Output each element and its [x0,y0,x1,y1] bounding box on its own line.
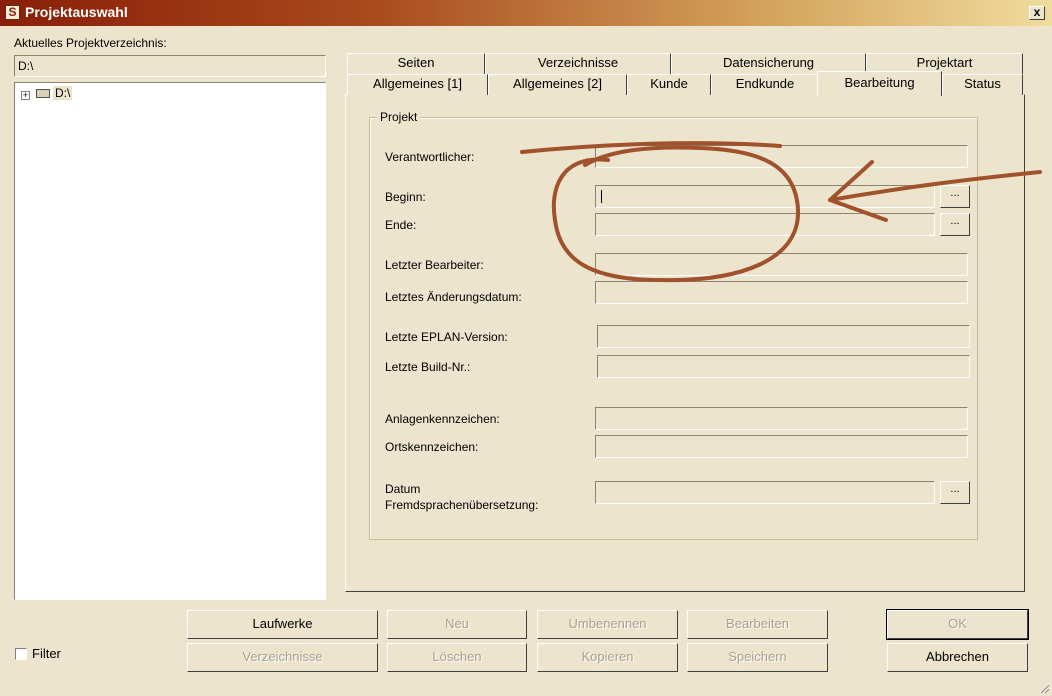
eplan-version-label: Letzte EPLAN-Version: [385,330,508,344]
neu-button[interactable]: Neu [387,610,527,639]
aenderungsdatum-label: Letztes Änderungsdatum: [385,290,522,304]
beginn-browse-button[interactable]: ... [940,185,970,208]
verzeichnisse-button[interactable]: Verzeichnisse [187,643,378,672]
filter-checkbox[interactable] [15,648,27,660]
resize-grip-icon[interactable] [1038,682,1050,694]
app-icon: S [5,5,20,20]
datum-uebersetzung-field[interactable] [595,481,935,504]
tab-verzeichnisse[interactable]: Verzeichnisse [485,53,671,74]
project-dir-value: D:\ [18,59,34,73]
tab-allgemeines-1[interactable]: Allgemeines [1] [347,74,488,95]
aenderungsdatum-field[interactable] [595,281,968,304]
ortskennzeichen-field[interactable] [595,435,968,458]
anlagenkennzeichen-label: Anlagenkennzeichen: [385,412,500,426]
laufwerke-button[interactable]: Laufwerke [187,610,378,639]
build-nr-field[interactable] [597,355,970,378]
ende-field[interactable] [595,213,935,236]
tab-allgemeines-2[interactable]: Allgemeines [2] [488,74,627,95]
directory-tree[interactable]: + D:\ [14,82,326,600]
anlagenkennzeichen-field[interactable] [595,407,968,430]
beginn-label: Beginn: [385,190,426,204]
tab-bearbeitung[interactable]: Bearbeitung [817,71,942,96]
datum-label-line1: Datum [385,482,421,496]
filter-label: Filter [32,646,61,661]
groupbox-title: Projekt [377,110,421,124]
letzter-bearbeiter-label: Letzter Bearbeiter: [385,258,484,272]
datum-browse-button[interactable]: ... [940,481,970,504]
eplan-version-field[interactable] [597,325,970,348]
project-dir-field[interactable]: D:\ [14,55,326,77]
tab-kunde[interactable]: Kunde [627,74,711,95]
window-title: Projektauswahl [25,4,128,20]
letzter-bearbeiter-field[interactable] [595,253,968,276]
tab-status[interactable]: Status [942,74,1023,95]
title-bar[interactable] [0,0,1052,26]
text-cursor [601,190,602,203]
ok-button[interactable]: OK [886,609,1029,640]
loeschen-button[interactable]: Löschen [387,643,527,672]
ende-label: Ende: [385,218,417,232]
drive-icon [36,89,50,98]
abbrechen-button[interactable]: Abbrechen [887,643,1028,672]
build-nr-label: Letzte Build-Nr.: [385,360,471,374]
speichern-button[interactable]: Speichern [687,643,828,672]
tab-seiten[interactable]: Seiten [347,53,485,74]
tab-endkunde[interactable]: Endkunde [711,74,819,95]
verantwortlicher-field[interactable] [595,145,968,168]
beginn-field[interactable] [595,185,935,208]
close-button[interactable]: x [1029,6,1045,20]
expand-icon[interactable]: + [21,91,30,100]
project-dir-label: Aktuelles Projektverzeichnis: [14,36,167,50]
ortskennzeichen-label: Ortskennzeichen: [385,440,479,454]
ende-browse-button[interactable]: ... [940,213,970,236]
umbenennen-button[interactable]: Umbenennen [537,610,678,639]
verantwortlicher-label: Verantwortlicher: [385,150,475,164]
datum-label-line2: Fremdsprachenübersetzung: [385,498,539,512]
bearbeiten-button[interactable]: Bearbeiten [687,610,828,639]
kopieren-button[interactable]: Kopieren [537,643,678,672]
tree-item-drive[interactable]: D:\ [53,86,73,100]
